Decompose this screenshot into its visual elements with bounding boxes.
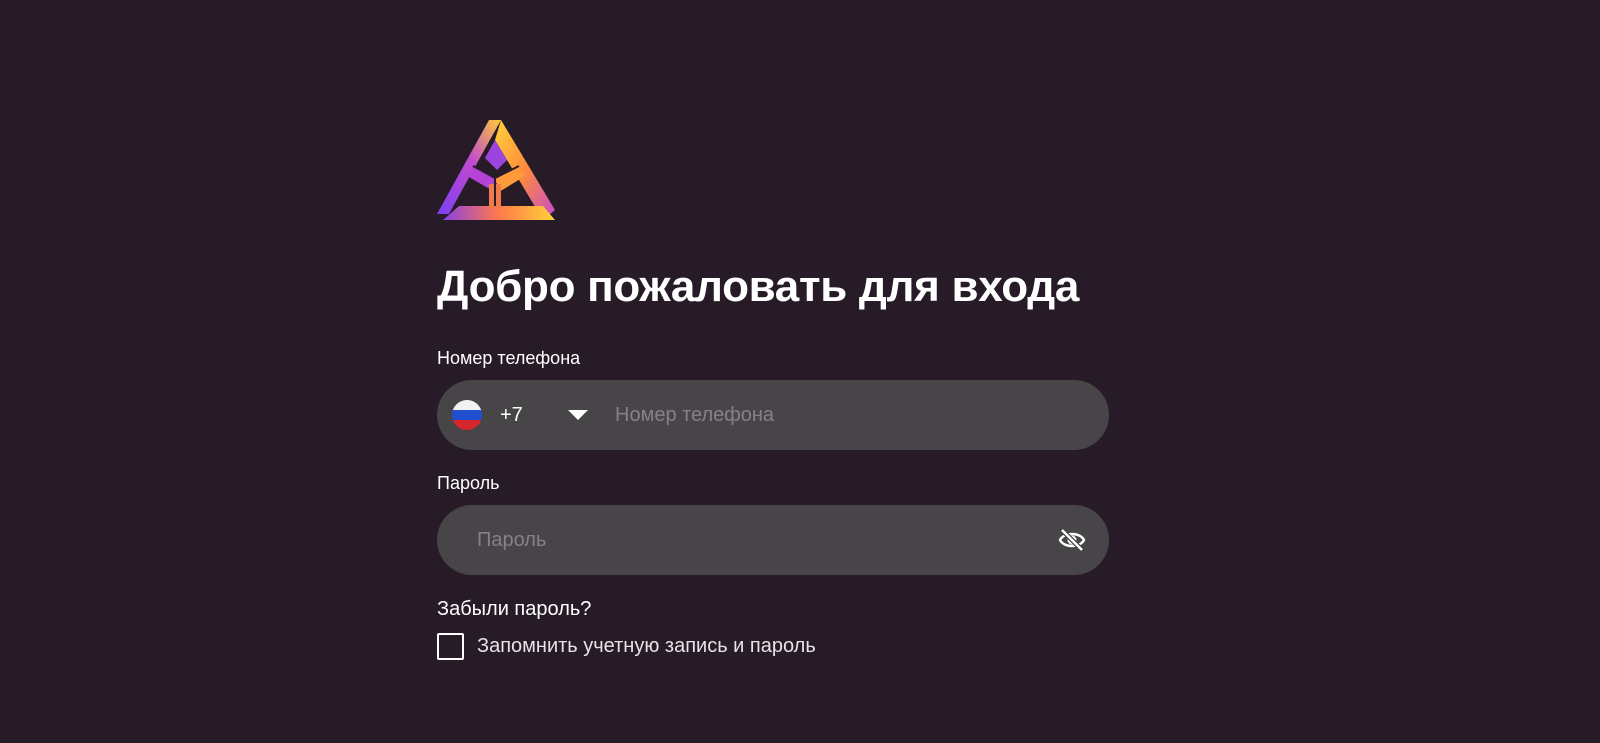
password-field (437, 504, 1109, 576)
remember-label[interactable]: Запомнить учетную запись и пароль (477, 635, 816, 658)
brand-logo (437, 120, 555, 220)
forgot-password-link[interactable]: Забыли пароль? (437, 597, 591, 621)
password-label: Пароль (437, 473, 500, 493)
page-title: Добро пожаловать для входа (437, 262, 1080, 311)
login-page: Добро пожаловать для входа Номер телефон… (0, 0, 1600, 743)
password-input[interactable] (475, 504, 1057, 576)
phone-input[interactable] (613, 379, 1109, 451)
remember-checkbox[interactable] (437, 633, 464, 660)
chevron-down-icon[interactable] (568, 410, 588, 420)
phone-field: +7 (437, 379, 1109, 451)
country-code[interactable]: +7 (500, 404, 560, 427)
login-form: Добро пожаловать для входа Номер телефон… (437, 118, 1109, 660)
phone-label: Номер телефона (437, 348, 581, 368)
russia-flag-icon[interactable] (452, 400, 482, 430)
remember-me: Запомнить учетную запись и пароль (437, 633, 1109, 660)
eye-off-icon[interactable] (1057, 525, 1087, 555)
